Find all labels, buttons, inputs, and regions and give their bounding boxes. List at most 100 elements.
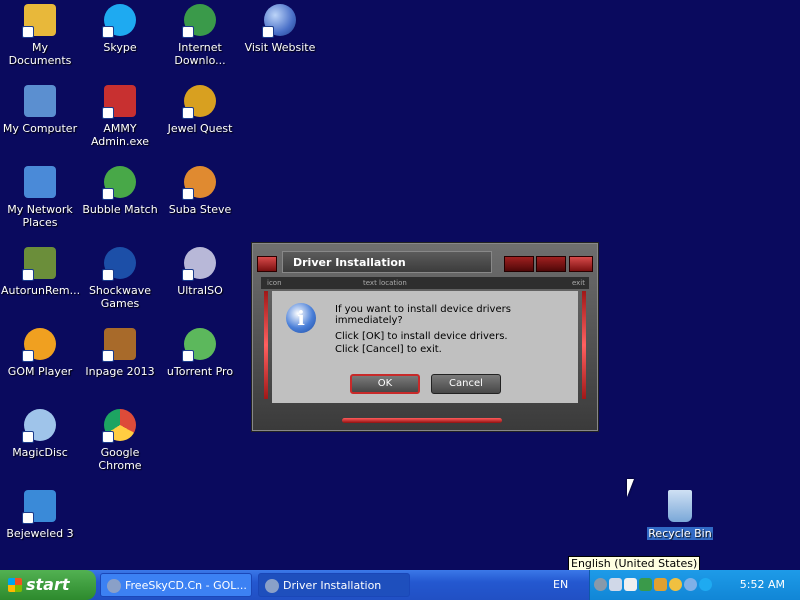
desktop-icon-label: MagicDisc (12, 446, 68, 459)
utorrent-icon (182, 328, 216, 362)
desktop-icon-internet-download-manager[interactable]: Internet Downlo... (160, 0, 240, 67)
system-tray: 5:52 AM (589, 570, 800, 600)
desktop-icon-label: UltraISO (177, 284, 223, 297)
desktop-icon-magicdisc[interactable]: MagicDisc (0, 405, 80, 459)
windows-logo-icon (8, 578, 22, 592)
driver-installation-dialog: Driver Installation icon text location e… (251, 242, 599, 432)
suba-steve-icon (182, 166, 216, 200)
magicdisc-icon (22, 409, 56, 443)
skype-icon (102, 4, 136, 38)
desktop-icon-label: Suba Steve (168, 203, 232, 216)
ok-button[interactable]: OK (350, 374, 420, 394)
visit-website-icon (262, 4, 296, 38)
desktop-icon-label: AutorunRem... (1, 284, 81, 297)
tray-skype-icon[interactable] (699, 578, 712, 591)
language-indicator[interactable]: EN (553, 570, 568, 600)
desktop-icon-label: Bubble Match (82, 203, 158, 216)
dialog-close-button[interactable] (569, 256, 593, 272)
desktop-icon-autorun-remover[interactable]: AutorunRem... (0, 243, 80, 297)
my-documents-icon (22, 4, 56, 38)
desktop-icon-label: My Documents (8, 41, 72, 67)
desktop-icon-gom-player[interactable]: GOM Player (0, 324, 80, 378)
desktop-icon-label: AMMY Admin.exe (90, 122, 150, 148)
desktop-icon-utorrent-pro[interactable]: uTorrent Pro (160, 324, 240, 378)
desktop-icon-jewel-quest[interactable]: Jewel Quest (160, 81, 240, 135)
tray-messenger-icon[interactable] (669, 578, 682, 591)
taskbar-button-freeskycd[interactable]: FreeSkyCD.Cn - GOL... (100, 573, 252, 597)
desktop-icon-label: Google Chrome (98, 446, 142, 472)
dialog-message-question: If you want to install device drivers im… (335, 304, 511, 326)
desktop-icon-ultraiso[interactable]: UltraISO (160, 243, 240, 297)
desktop-icon-google-chrome[interactable]: Google Chrome (80, 405, 160, 472)
tray-security-icon[interactable] (654, 578, 667, 591)
my-computer-icon (24, 85, 56, 117)
desktop-icon-inpage-2013[interactable]: Inpage 2013 (80, 324, 160, 378)
strip-left-label: icon (267, 279, 282, 287)
recycle-bin-icon (668, 490, 692, 522)
strip-center-label: text location (363, 279, 407, 287)
bubble-match-icon (102, 166, 136, 200)
desktop-icon-my-network-places[interactable]: My Network Places (0, 162, 80, 229)
desktop-icon-label: uTorrent Pro (166, 365, 234, 378)
shockwave-games-icon (102, 247, 136, 281)
desktop-icon-skype[interactable]: Skype (80, 0, 160, 54)
dialog-body: i If you want to install device drivers … (272, 291, 578, 403)
chrome-icon (102, 409, 136, 443)
dialog-right-accent (582, 291, 586, 399)
taskbar: start FreeSkyCD.Cn - GOL... Driver Insta… (0, 570, 800, 600)
cancel-button[interactable]: Cancel (431, 374, 501, 394)
dialog-message-ok-hint: Click [OK] to install device drivers. (335, 331, 508, 342)
desktop-icon-shockwave-games[interactable]: Shockwave Games (80, 243, 160, 310)
desktop-icon-label: Skype (103, 41, 137, 54)
dialog-title: Driver Installation (282, 251, 492, 273)
desktop-icon-label: My Computer (2, 122, 78, 135)
desktop-icon-label: Jewel Quest (167, 122, 233, 135)
taskbar-button-driver-installation[interactable]: Driver Installation (258, 573, 410, 597)
taskbar-clock[interactable]: 5:52 AM (740, 570, 785, 600)
info-icon: i (286, 303, 316, 333)
strip-right-label: exit (571, 279, 585, 287)
taskbar-button-label: Driver Installation (283, 579, 382, 592)
autorun-remover-icon (22, 247, 56, 281)
tray-network-icon[interactable] (609, 578, 622, 591)
desktop-icon-bubble-match[interactable]: Bubble Match (80, 162, 160, 216)
dialog-minimize-button[interactable] (504, 256, 534, 272)
desktop-icon-my-documents[interactable]: My Documents (0, 0, 80, 67)
inpage-icon (102, 328, 136, 362)
dialog-maximize-button[interactable] (536, 256, 566, 272)
dialog-bottom-accent (342, 418, 502, 423)
bejeweled-icon (22, 490, 56, 524)
desktop-icon-my-computer[interactable]: My Computer (0, 81, 80, 135)
gom-player-icon (22, 328, 56, 362)
desktop-icon-visit-website[interactable]: Visit Website (240, 0, 320, 54)
desktop-icon-label: Bejeweled 3 (6, 527, 74, 540)
desktop-icon-ammy-admin[interactable]: AMMY Admin.exe (80, 81, 160, 148)
ammy-admin-icon (102, 85, 136, 119)
dialog-menu-icon[interactable] (257, 256, 277, 272)
desktop-icon-label: Inpage 2013 (85, 365, 155, 378)
desktop-icon-label: Shockwave Games (88, 284, 152, 310)
jewel-quest-icon (182, 85, 216, 119)
desktop-icon-label: GOM Player (7, 365, 73, 378)
network-places-icon (24, 166, 56, 198)
taskbar-button-label: FreeSkyCD.Cn - GOL... (125, 579, 247, 592)
start-label: start (26, 575, 70, 594)
ultraiso-icon (182, 247, 216, 281)
tray-download-manager-icon[interactable] (639, 578, 652, 591)
dialog-header-strip: icon text location exit (261, 277, 589, 289)
browser-window-icon (107, 579, 121, 593)
desktop-icon-label: My Network Places (7, 203, 73, 229)
desktop-icon-label: Visit Website (244, 41, 316, 54)
desktop-icon-recycle-bin[interactable]: Recycle Bin (640, 486, 720, 540)
tray-document-icon[interactable] (624, 578, 637, 591)
start-button[interactable]: start (0, 570, 96, 600)
desktop-icon-suba-steve[interactable]: Suba Steve (160, 162, 240, 216)
desktop-icon-label: Recycle Bin (647, 527, 713, 540)
desktop-icon-bejeweled-3[interactable]: Bejeweled 3 (0, 486, 80, 540)
tray-magicdisc-icon[interactable] (684, 578, 697, 591)
dialog-left-accent (264, 291, 268, 399)
tray-status-icon[interactable] (594, 578, 607, 591)
internet-download-manager-icon (182, 4, 216, 38)
desktop-icon-label: Internet Downlo... (174, 41, 226, 67)
driver-installation-window-icon (265, 579, 279, 593)
